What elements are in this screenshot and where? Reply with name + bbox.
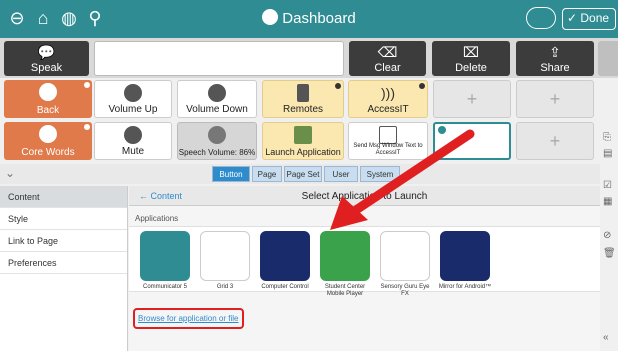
- chevron-down-icon[interactable]: ⌄: [5, 166, 15, 180]
- communicator-icon: [140, 231, 190, 281]
- mirror-icon: [440, 231, 490, 281]
- sensory-eye-icon: [380, 231, 430, 281]
- app-mirror-android[interactable]: Mirror for Android™: [437, 231, 493, 291]
- speaker-down-icon: [208, 84, 226, 102]
- delete-button[interactable]: ⌧ Delete: [432, 41, 510, 76]
- clear-button[interactable]: ⌫ Clear: [349, 41, 426, 76]
- target-icon: [39, 125, 57, 143]
- browse-for-application-link[interactable]: Browse for application or file: [133, 308, 244, 329]
- done-button[interactable]: ✓ Done: [562, 8, 616, 30]
- copy-icon[interactable]: ⎘: [603, 132, 615, 144]
- empty-cell[interactable]: +: [433, 80, 511, 118]
- remote-icon: [297, 84, 309, 102]
- delete-word-icon: ⌧: [462, 44, 480, 60]
- app-communicator-5[interactable]: Communicator 5: [137, 231, 193, 291]
- options-dot-icon: [84, 124, 90, 130]
- student-center-icon: [320, 231, 370, 281]
- wireless-icon: ))): [381, 85, 395, 101]
- dashboard-icon: [262, 9, 279, 25]
- right-toolbar: ⎘ ▤ ☑ ▦ ⊘ 🗑 «: [600, 80, 618, 351]
- options-dot-icon: [84, 82, 90, 88]
- menu-item-link-to-page[interactable]: Link to Page: [0, 230, 127, 252]
- top-bar: ⊖ ⌂ ◍ ⚲ Dashboard ✓ Done: [0, 0, 618, 38]
- speaker-up-icon: [124, 84, 142, 102]
- mute-button[interactable]: Mute: [94, 122, 172, 160]
- tab-page-set[interactable]: Page Set: [284, 166, 322, 182]
- speech-bubble-icon: 💬: [37, 44, 56, 60]
- accessit-button[interactable]: ))) AccessIT: [348, 80, 428, 118]
- select-icon[interactable]: ☑: [603, 180, 615, 192]
- annotation-arrow: [330, 129, 475, 230]
- menu-item-preferences[interactable]: Preferences: [0, 252, 127, 274]
- core-words-button[interactable]: Core Words: [4, 122, 92, 160]
- hide-icon[interactable]: ⊘: [603, 230, 615, 242]
- message-window[interactable]: [94, 41, 344, 76]
- app-computer-control[interactable]: Computer Control: [257, 231, 313, 291]
- paste-icon[interactable]: ▤: [603, 148, 615, 160]
- grid-layout-icon[interactable]: ▦: [603, 196, 615, 208]
- options-dot-icon: [419, 83, 425, 89]
- app-student-center[interactable]: Student Center Mobile Player: [317, 231, 373, 298]
- properties-tabs-bar: ⌄ Button Page Page Set User System: [0, 164, 600, 184]
- menu-item-content[interactable]: Content: [0, 186, 127, 208]
- trash-icon[interactable]: 🗑: [603, 248, 616, 260]
- menu-item-style[interactable]: Style: [0, 208, 127, 230]
- volume-up-button[interactable]: Volume Up: [94, 80, 172, 118]
- button-grid: Back Volume Up Volume Down Remotes ))) A…: [0, 80, 600, 162]
- edit-side-tab[interactable]: [598, 41, 618, 76]
- options-dot-icon: [335, 83, 341, 89]
- volume-down-button[interactable]: Volume Down: [177, 80, 257, 118]
- speaker-mute-icon: [124, 126, 142, 144]
- app-sensory-guru[interactable]: Sensory Guru Eye FX: [377, 231, 433, 298]
- cloud-sync-icon[interactable]: [526, 7, 556, 29]
- speak-button[interactable]: 💬 Speak: [4, 41, 89, 76]
- clear-icon: ⌫: [377, 44, 398, 60]
- message-bar: 💬 Speak ⌫ Clear ⌧ Delete ⇪ Share: [0, 38, 618, 78]
- properties-menu: Content Style Link to Page Preferences: [0, 186, 128, 351]
- empty-cell[interactable]: +: [516, 80, 594, 118]
- apps-grid-icon: [294, 126, 312, 144]
- empty-cell[interactable]: +: [516, 122, 594, 160]
- speech-volume-button[interactable]: Speech Volume: 86%: [177, 122, 257, 160]
- tab-page[interactable]: Page: [252, 166, 282, 182]
- back-arrow-icon: [39, 83, 57, 101]
- share-button[interactable]: ⇪ Share: [516, 41, 594, 76]
- tab-button[interactable]: Button: [212, 166, 250, 182]
- app-grid-3[interactable]: Grid 3: [197, 231, 253, 291]
- share-icon: ⇪: [549, 44, 561, 60]
- grid3-icon: [200, 231, 250, 281]
- remotes-button[interactable]: Remotes: [262, 80, 344, 118]
- back-button[interactable]: Back: [4, 80, 92, 118]
- applications-label: Applications: [135, 214, 179, 223]
- speaker-icon: [208, 126, 226, 144]
- computer-control-icon: [260, 231, 310, 281]
- collapse-icon[interactable]: «: [603, 332, 615, 344]
